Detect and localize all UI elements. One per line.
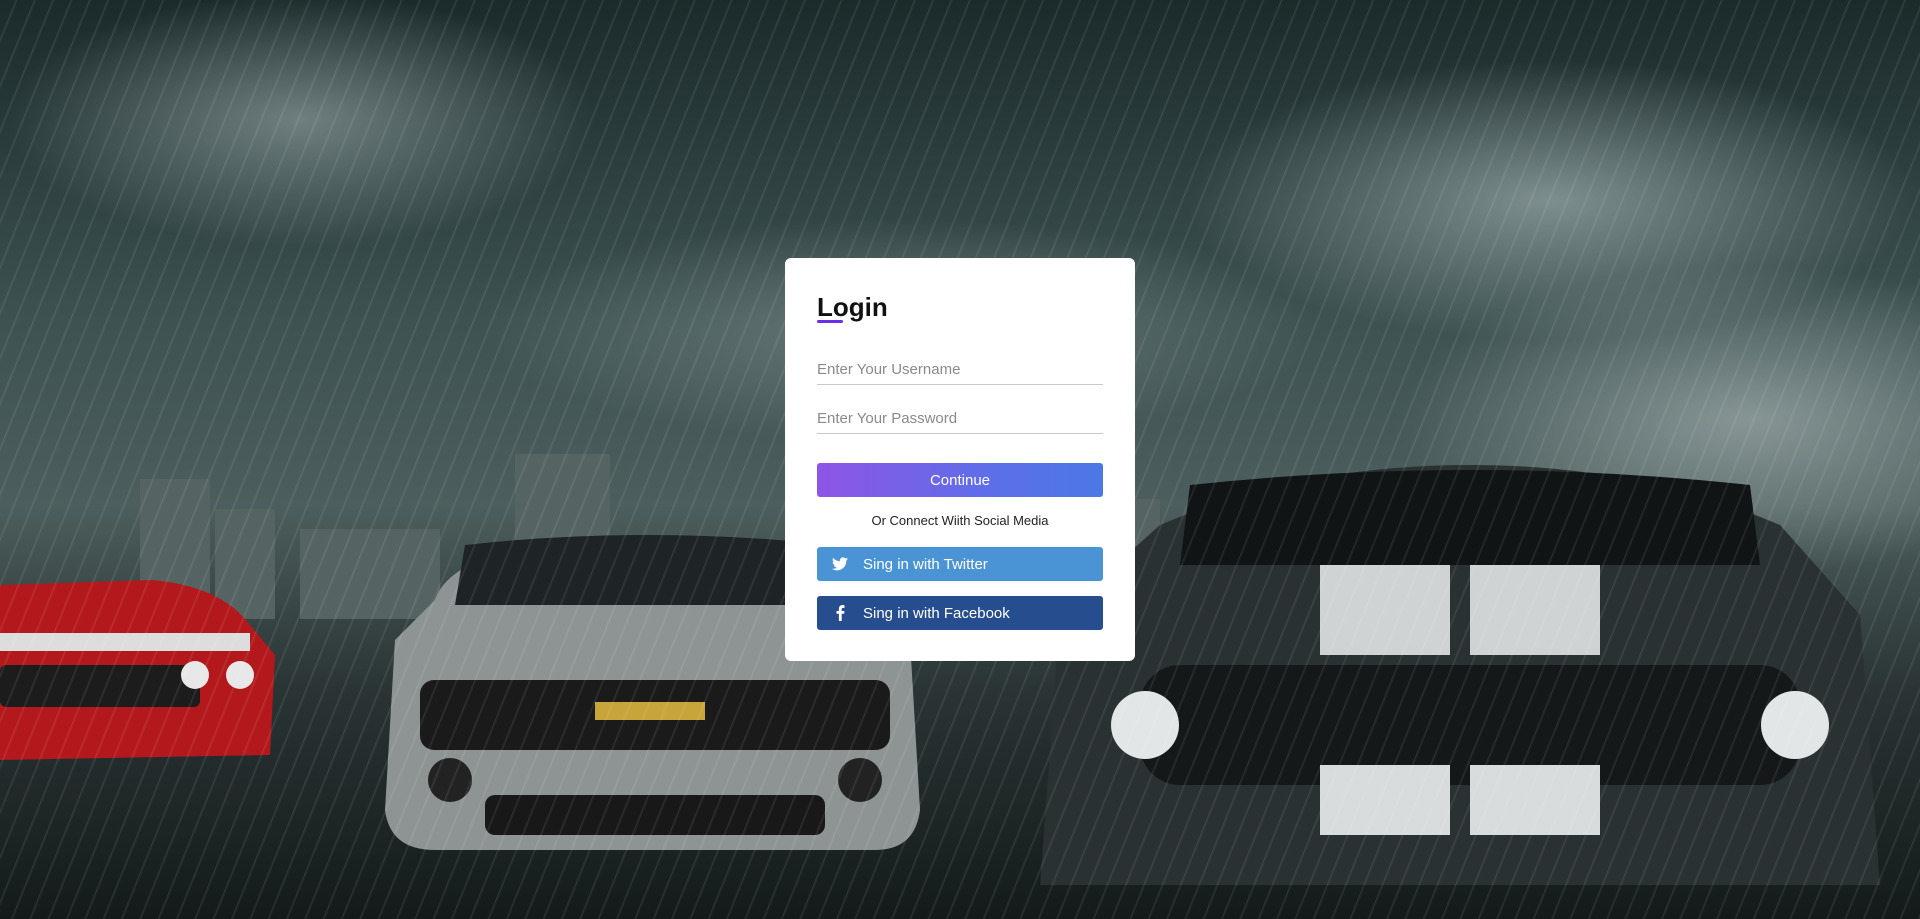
password-input[interactable] — [817, 403, 1103, 434]
continue-button[interactable]: Continue — [817, 463, 1103, 497]
twitter-signin-label: Sing in with Twitter — [863, 555, 988, 573]
twitter-signin-button[interactable]: Sing in with Twitter — [817, 547, 1103, 581]
twitter-icon — [831, 555, 849, 573]
facebook-signin-button[interactable]: Sing in with Facebook — [817, 596, 1103, 630]
social-connect-text: Or Connect Wiith Social Media — [871, 513, 1049, 528]
facebook-signin-label: Sing in with Facebook — [863, 604, 1010, 622]
facebook-icon — [831, 604, 849, 622]
login-card: Login Continue Or Connect Wiith Social M… — [785, 258, 1135, 661]
login-title: Login — [817, 292, 888, 322]
username-input[interactable] — [817, 354, 1103, 385]
title-underline — [817, 320, 843, 323]
